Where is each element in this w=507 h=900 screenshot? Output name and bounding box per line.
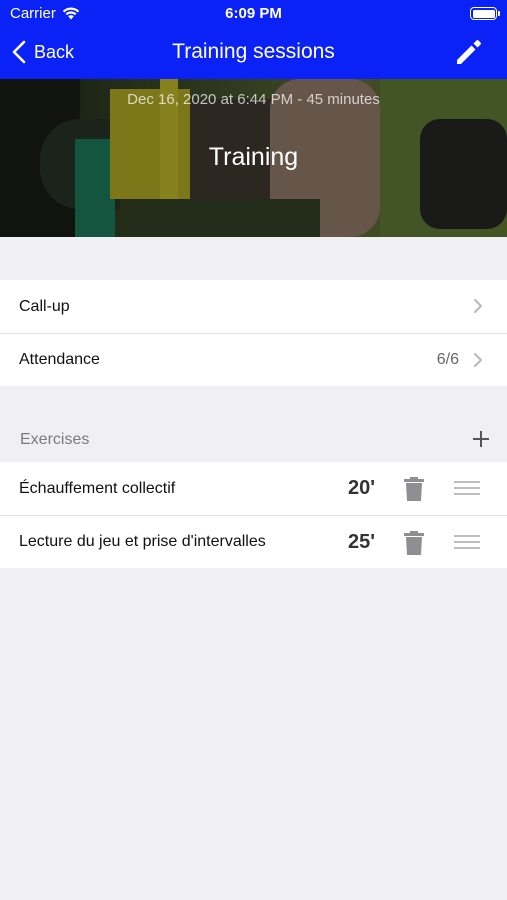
exercise-duration: 20' xyxy=(347,477,375,499)
callup-row[interactable]: Call-up xyxy=(0,280,507,333)
navigation-bar: Carrier 6:09 PM Back Training sessions xyxy=(0,0,507,79)
attendance-label: Attendance xyxy=(19,351,100,368)
exercise-duration: 25' xyxy=(347,530,375,553)
chevron-right-icon xyxy=(474,353,482,367)
session-date: Dec 16, 2020 at 6:44 PM - 45 minutes xyxy=(127,91,380,108)
status-bar: Carrier 6:09 PM xyxy=(0,0,507,28)
session-header-image: Dec 16, 2020 at 6:44 PM - 45 minutes Tra… xyxy=(0,79,507,237)
pencil-icon[interactable] xyxy=(453,36,485,68)
exercise-name: Lecture du jeu et prise d'intervalles xyxy=(19,533,266,550)
status-time: 6:09 PM xyxy=(225,5,282,22)
callup-label: Call-up xyxy=(19,297,70,315)
battery-icon xyxy=(470,7,500,20)
attendance-count: 6/6 xyxy=(436,351,459,368)
trash-icon[interactable] xyxy=(403,476,425,502)
session-title: Training xyxy=(208,143,299,171)
drag-handle-icon[interactable] xyxy=(453,534,481,550)
exercise-row[interactable]: Échauffement collectif 20' xyxy=(0,462,507,515)
session-menu: Call-up Attendance 6/6 xyxy=(0,280,507,386)
exercise-name: Échauffement collectif xyxy=(19,479,176,497)
attendance-row[interactable]: Attendance 6/6 xyxy=(0,333,507,386)
exercise-row[interactable]: Lecture du jeu et prise d'intervalles 25… xyxy=(0,515,507,568)
add-exercise-button[interactable] xyxy=(472,430,490,448)
drag-handle-icon[interactable] xyxy=(453,480,481,496)
page-title: Training sessions xyxy=(172,40,335,63)
exercises-header: Exercises xyxy=(20,431,90,448)
chevron-right-icon xyxy=(474,299,482,313)
trash-icon[interactable] xyxy=(403,530,425,556)
exercise-list: Échauffement collectif 20' Lecture du je… xyxy=(0,462,507,568)
